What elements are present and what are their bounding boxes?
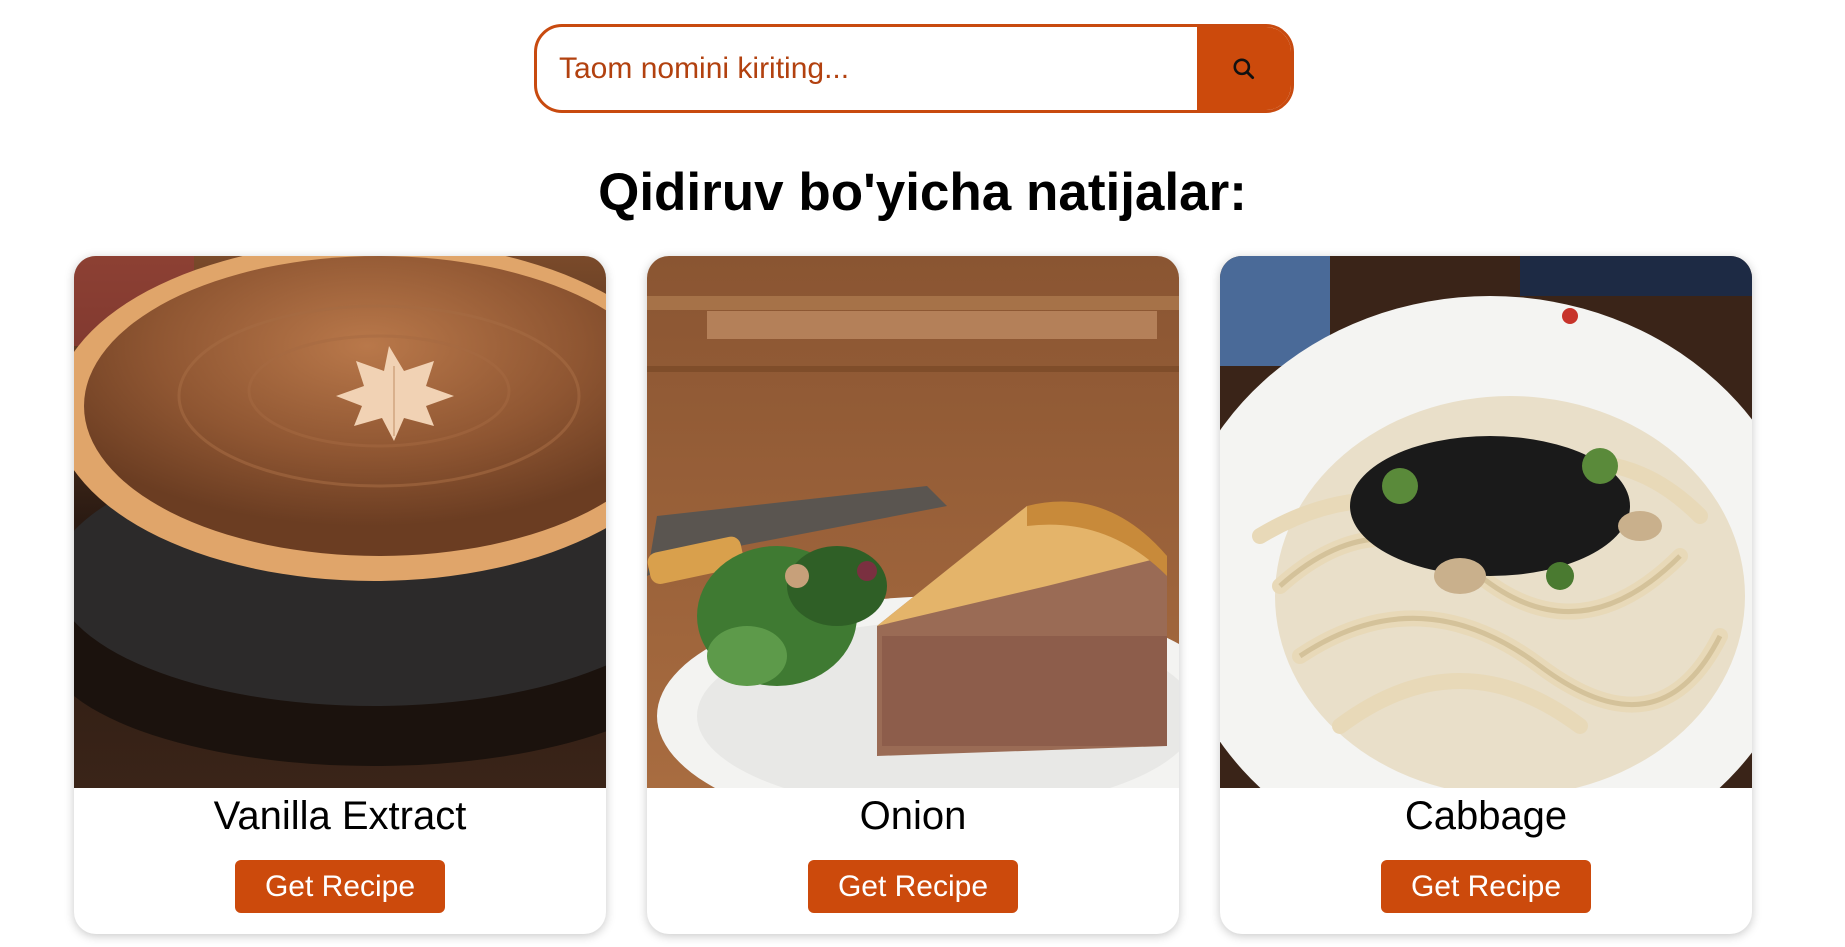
results-title: Qidiruv bo'yicha natijalar: [598,163,1247,222]
search-bar [534,24,1294,113]
card-title: Vanilla Extract [213,794,467,838]
card-image[interactable] [647,256,1179,788]
get-recipe-button[interactable]: Get Recipe [235,860,445,913]
recipe-card: Vanilla Extract Get Recipe [74,256,606,934]
recipe-card: Onion Get Recipe [647,256,1179,934]
page: Qidiruv bo'yicha natijalar: [0,0,1845,947]
card-title: Onion [859,794,967,838]
card-image[interactable] [74,256,606,788]
search-button[interactable] [1197,27,1291,110]
card-image[interactable] [1220,256,1752,788]
get-recipe-button[interactable]: Get Recipe [808,860,1018,913]
recipe-card: Cabbage Get Recipe [1220,256,1752,934]
get-recipe-button[interactable]: Get Recipe [1381,860,1591,913]
card-title: Cabbage [1404,794,1568,838]
search-icon [1233,57,1255,79]
search-input[interactable] [537,27,1197,110]
